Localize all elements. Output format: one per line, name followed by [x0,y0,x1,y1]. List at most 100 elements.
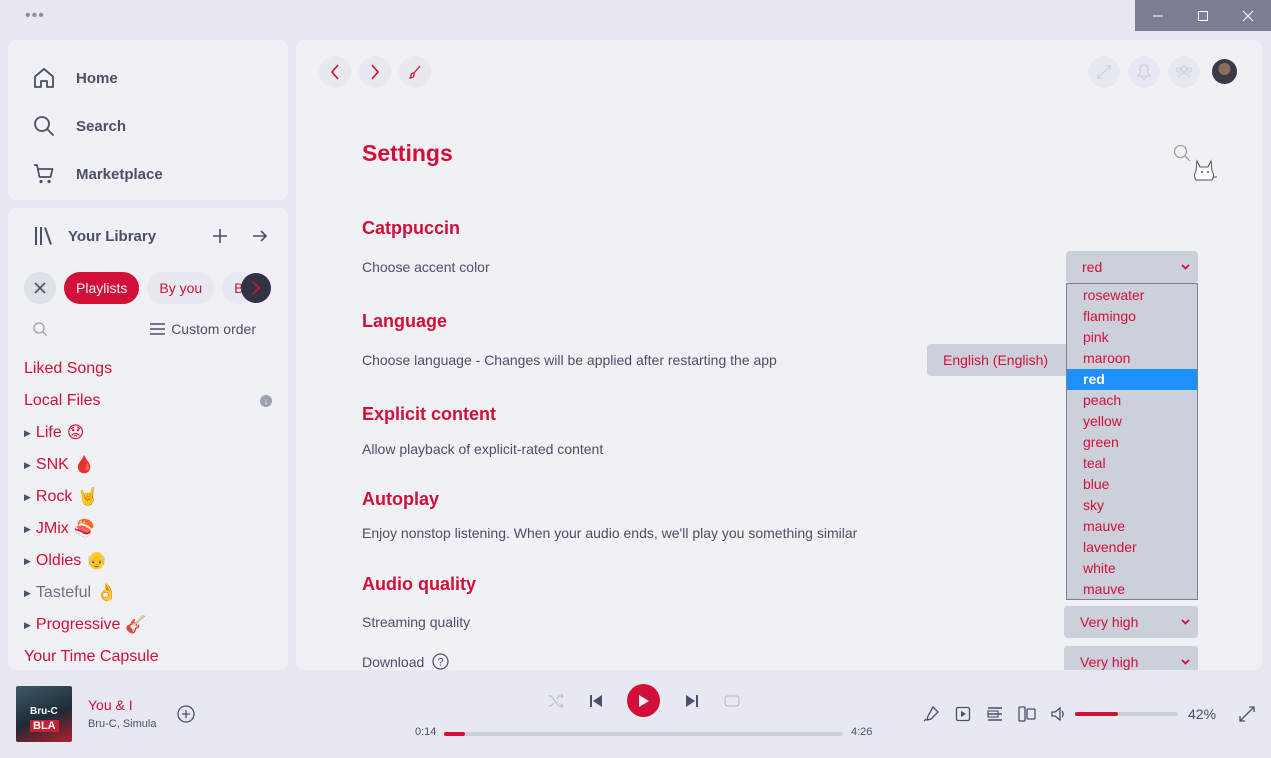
now-playing-icon [955,706,971,722]
add-to-library-icon[interactable] [177,705,195,723]
connect-device-button[interactable] [1018,705,1036,723]
folder-triangle-icon: ▶ [24,427,31,438]
download-quality-select[interactable]: Very high [1064,646,1198,670]
section-title-autoplay: Autoplay [362,489,440,509]
dropdown-option[interactable]: peach [1067,390,1197,411]
library-title[interactable]: Your Library [68,228,192,245]
marketplace-brush-button[interactable] [399,56,431,88]
notifications-button[interactable] [1128,56,1160,88]
list-item-emoji: 🍣 [73,519,95,538]
previous-button[interactable] [585,690,607,712]
skip-forward-icon [686,695,698,707]
fullscreen-player-button[interactable] [1238,705,1256,723]
arrow-right-icon [253,230,268,242]
avatar[interactable] [1212,59,1237,84]
library-search-icon[interactable] [32,321,48,337]
dropdown-option[interactable]: maroon [1067,348,1197,369]
list-item[interactable]: ▶ SNK 🩸 [24,449,272,481]
help-icon[interactable]: ? [432,653,449,670]
dropdown-option[interactable]: blue [1067,474,1197,495]
progress-bar[interactable] [444,732,843,736]
folder-triangle-icon: ▶ [24,587,31,598]
shuffle-icon [548,693,564,709]
queue-button[interactable] [986,705,1004,723]
dropdown-option[interactable]: green [1067,432,1197,453]
song-title[interactable]: You & I [88,697,133,713]
nav-item-marketplace[interactable]: Marketplace [8,150,288,198]
list-item-label: SNK [35,456,69,473]
accent-color-select[interactable]: red [1066,251,1198,283]
list-item-label: JMix [35,520,69,537]
chip-playlists[interactable]: Playlists [64,272,140,304]
row-label-streaming: Streaming quality [362,614,471,630]
dropdown-option[interactable]: white [1067,558,1197,579]
dropdown-option[interactable]: sky [1067,495,1197,516]
list-item[interactable]: ▶ Tasteful 👌 [24,577,272,609]
language-select[interactable]: English (English) [927,344,1077,376]
dropdown-option[interactable]: rosewater [1067,285,1197,306]
row-label-accent: Choose accent color [362,259,490,275]
cart-icon [34,164,54,184]
dropdown-option[interactable]: flamingo [1067,306,1197,327]
settings-search-icon[interactable] [1173,144,1191,162]
dropdown-option[interactable]: mauve [1067,516,1197,537]
plus-icon [213,229,227,243]
dropdown-option[interactable]: lavender [1067,537,1197,558]
list-item[interactable]: Your Time Capsule [24,641,272,670]
expand-icon [1239,706,1255,722]
friend-activity-button[interactable] [1168,56,1200,88]
window-controls [1135,0,1271,31]
chip-by-you[interactable]: By you [147,272,215,304]
dropdown-option[interactable]: yellow [1067,411,1197,432]
nav-item-search[interactable]: Search [8,102,288,150]
mute-button[interactable] [1050,705,1068,723]
create-playlist-button[interactable] [208,224,232,248]
album-cover[interactable]: Bru-C BLA [16,686,72,742]
list-item[interactable]: ▶ Rock 🤘 [24,481,272,513]
clear-filter-button[interactable] [24,272,56,304]
queue-icon [987,707,1002,721]
dropdown-option-selected[interactable]: red [1067,368,1197,390]
chips-scroll-right-button[interactable] [241,273,271,303]
song-artist[interactable]: Bru-C, Simula [88,718,156,730]
maximize-icon[interactable] [1180,0,1225,31]
list-item[interactable]: Liked Songs [24,353,272,385]
volume-icon [1051,706,1064,722]
svg-text:?: ? [438,657,444,669]
cover-text-bottom: BLA [30,720,59,732]
dropdown-option[interactable]: teal [1067,453,1197,474]
folder-triangle-icon: ▶ [24,523,31,534]
minimize-icon[interactable] [1135,0,1180,31]
back-button[interactable] [319,56,351,88]
shuffle-button[interactable] [545,690,567,712]
now-playing-view-button[interactable] [954,705,972,723]
next-button[interactable] [681,690,703,712]
forward-button[interactable] [359,56,391,88]
progress-fill [444,732,466,736]
dropdown-option[interactable]: mauve [1067,579,1197,600]
list-item[interactable]: ▶ JMix 🍣 [24,513,272,545]
close-icon[interactable] [1225,0,1270,31]
list-item[interactable]: ▶ Oldies 👴 [24,545,272,577]
download-icon: ↓ [260,395,272,407]
streaming-quality-select[interactable]: Very high [1064,606,1198,638]
play-button[interactable] [627,684,660,717]
list-item[interactable]: ▶ Progressive 🎸 [24,609,272,641]
menu-dots-icon[interactable]: ••• [25,8,45,24]
list-item[interactable]: Local Files ↓ [24,385,272,417]
dropdown-option[interactable]: pink [1067,327,1197,348]
library-icon[interactable] [32,224,56,248]
device-icon [1018,706,1036,722]
chevron-down-icon [1181,619,1190,625]
nav-item-home[interactable]: Home [8,54,288,102]
expand-library-button[interactable] [248,224,272,248]
cover-text-top: Bru-C [30,706,58,717]
volume-slider[interactable] [1075,712,1178,716]
library-panel: Your Library Playlists By you B Custom o… [8,208,288,670]
list-item[interactable]: ▶ Life 😟 [24,417,272,449]
chevron-down-icon [1181,264,1190,270]
repeat-button[interactable] [721,690,743,712]
fullscreen-button[interactable] [1088,56,1120,88]
sort-dropdown[interactable]: Custom order [150,321,256,337]
lyrics-button[interactable] [922,705,940,723]
